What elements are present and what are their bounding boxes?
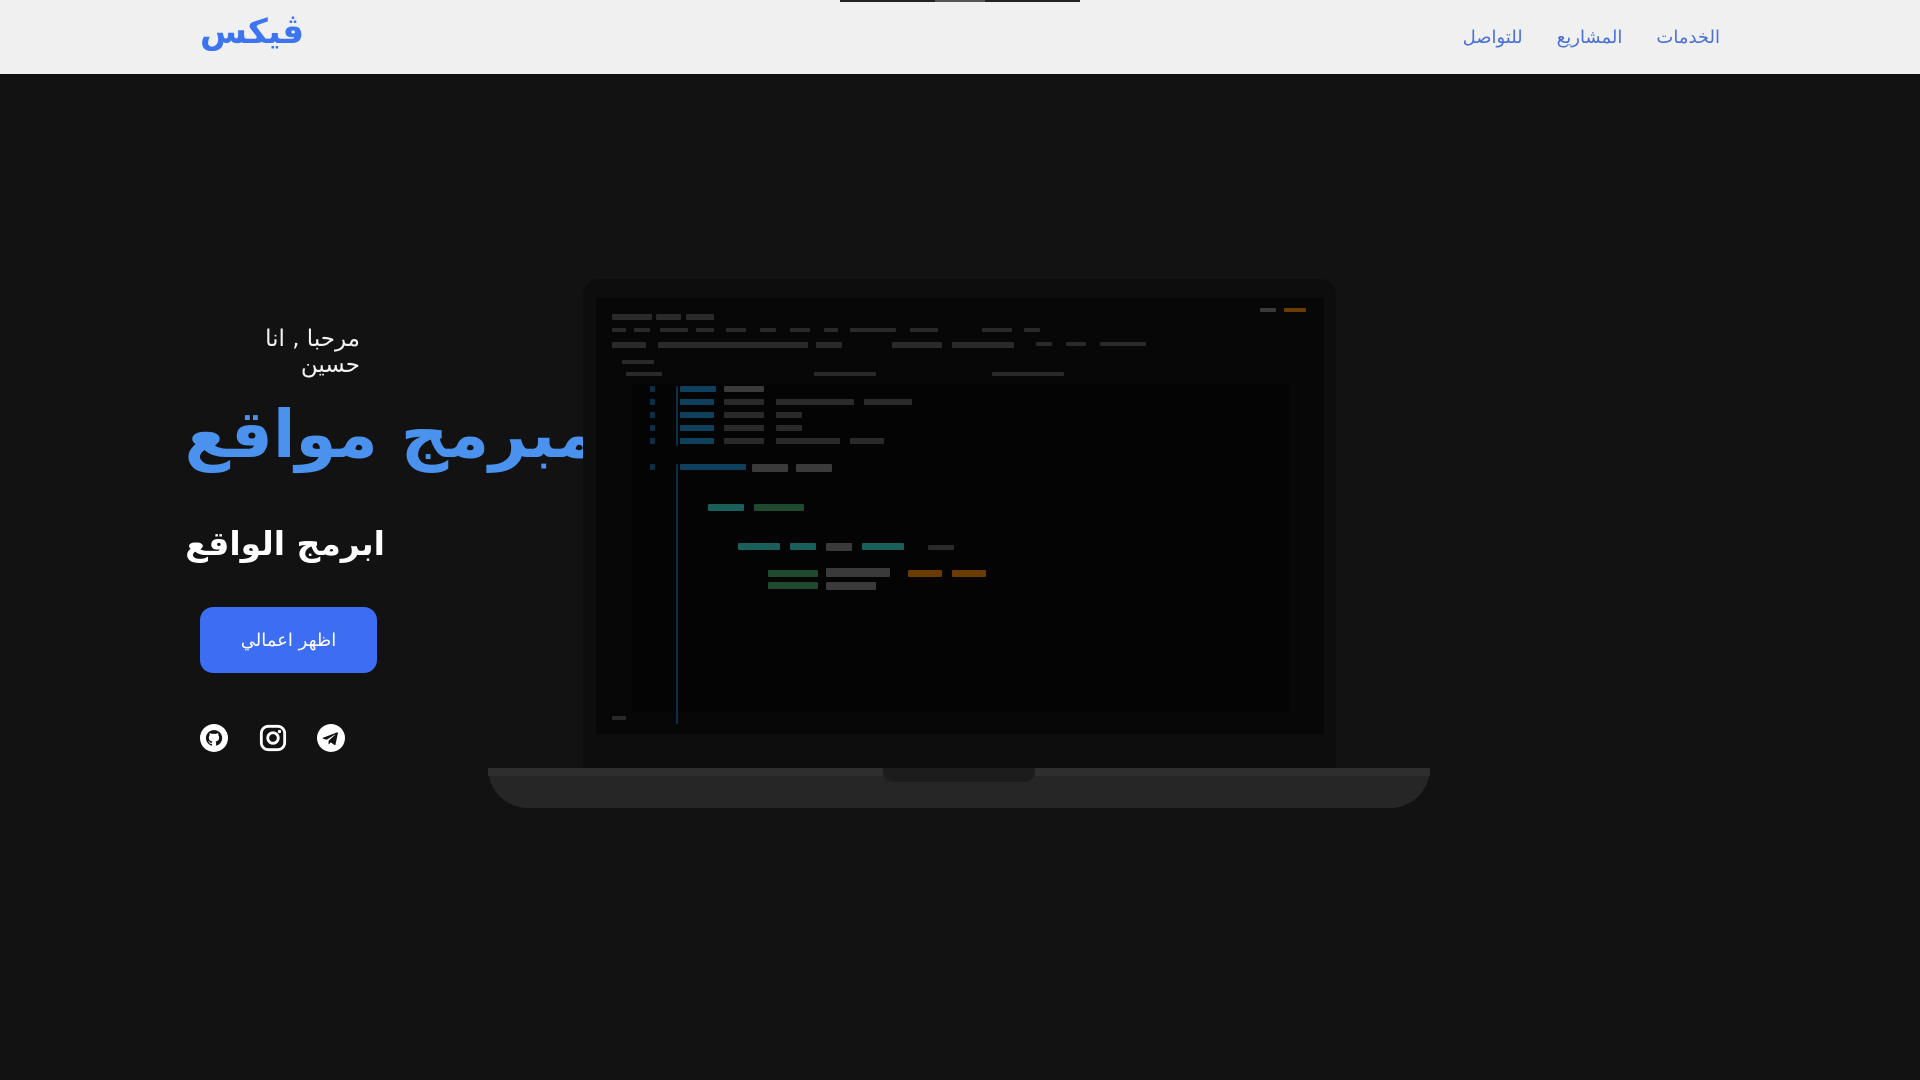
nav-links: الخدمات المشاريع للتواصل: [1463, 0, 1720, 74]
site-logo[interactable]: ڤيكس: [200, 12, 304, 52]
github-icon[interactable]: [200, 724, 228, 752]
hero-subtitle: ابرمج الواقع: [185, 524, 385, 563]
instagram-icon[interactable]: [259, 724, 287, 752]
laptop-notch: [883, 768, 1035, 782]
code-editor-pane: [632, 384, 1289, 724]
navbar: ڤيكس الخدمات المشاريع للتواصل: [0, 0, 1920, 74]
scroll-progress-bar: [840, 0, 1080, 2]
hero-title: مبرمج مواقع: [184, 396, 598, 473]
telegram-icon[interactable]: [317, 724, 345, 752]
nav-link-projects[interactable]: المشاريع: [1557, 27, 1623, 48]
hero-greeting: مرحبا , انا حسين: [265, 326, 360, 378]
nav-link-contact[interactable]: للتواصل: [1463, 27, 1523, 48]
nav-link-services[interactable]: الخدمات: [1656, 27, 1720, 48]
show-work-button[interactable]: اظهر اعمالي: [200, 607, 377, 673]
